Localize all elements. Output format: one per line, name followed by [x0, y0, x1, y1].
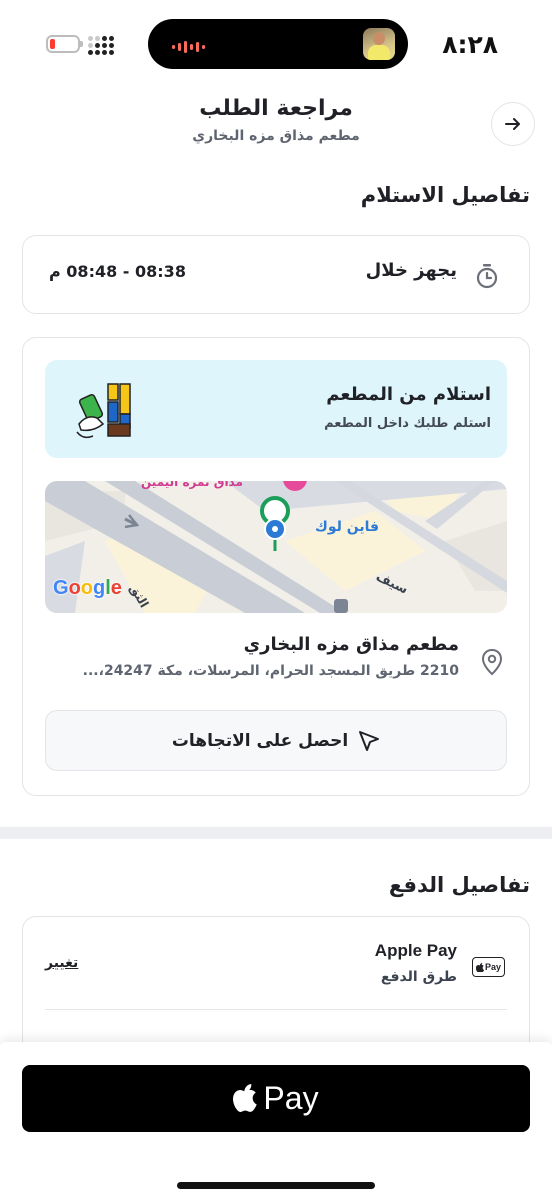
dynamic-island [148, 19, 408, 69]
home-indicator [177, 1182, 375, 1189]
page-subtitle: مطعم مذاق مزه البخاري [192, 128, 360, 144]
apple-pay-button-label: Pay [263, 1080, 319, 1116]
pickup-details-card: استلام من المطعم استلم طلبك داخل المطعم [22, 337, 530, 796]
ready-label: يجهز خلال [365, 260, 457, 281]
checkout-bottom-sheet: Pay [0, 1042, 552, 1200]
pickup-banner: استلام من المطعم استلم طلبك داخل المطعم [45, 360, 507, 458]
ready-time: 08:38 - 08:48 م [49, 262, 186, 281]
header: مراجعة الطلب مطعم مذاق مزه البخاري [0, 96, 552, 156]
audio-wave-icon [172, 41, 205, 53]
section-divider [0, 827, 552, 839]
apple-logo-icon [233, 1084, 258, 1112]
change-payment-link[interactable]: تغيير [45, 955, 78, 971]
navigation-arrow-icon [359, 730, 380, 751]
location-pin-icon [481, 648, 503, 676]
ready-time-card: يجهز خلال 08:38 - 08:48 م [22, 235, 530, 314]
map-label-top: مذاق تمرة اليمين [141, 481, 243, 489]
pickup-illustration-icon [76, 383, 131, 439]
apple-pay-badge-text: Pay [484, 962, 501, 972]
get-directions-label: احصل على الاتجاهات [171, 730, 349, 751]
pickup-banner-subtitle: استلم طلبك داخل المطعم [324, 416, 491, 431]
map-label-place: فاين لوك [315, 519, 380, 535]
pickup-map[interactable]: مذاق تمرة اليمين فاين لوك سيف الثق Googl… [45, 481, 507, 613]
apple-pay-badge-icon: Pay [472, 957, 505, 977]
payment-method-label: طرق الدفع [380, 969, 457, 985]
timer-icon [476, 264, 498, 289]
status-bar: ٨:٢٨ [0, 0, 552, 88]
battery-icon [46, 35, 83, 53]
restaurant-address: 2210 طريق المسجد الحرام، المرسلات، مكة 2… [82, 663, 459, 679]
signal-icon [88, 36, 114, 55]
payment-divider [45, 1009, 507, 1010]
payment-section-title: تفاصيل الدفع [388, 873, 530, 897]
payment-method-name: Apple Pay [374, 941, 457, 960]
arrow-right-icon [505, 118, 520, 130]
now-playing-avatar [363, 28, 395, 60]
pickup-banner-title: استلام من المطعم [326, 384, 491, 405]
get-directions-button[interactable]: احصل على الاتجاهات [45, 710, 507, 771]
restaurant-name: مطعم مذاق مزه البخاري [243, 634, 459, 655]
back-button[interactable] [491, 102, 535, 146]
page-title: مراجعة الطلب [199, 96, 353, 121]
apple-pay-button[interactable]: Pay [22, 1065, 530, 1132]
google-logo: Google [53, 577, 122, 599]
pickup-section-title: تفاصيل الاستلام [360, 183, 530, 207]
status-time: ٨:٢٨ [442, 30, 498, 59]
